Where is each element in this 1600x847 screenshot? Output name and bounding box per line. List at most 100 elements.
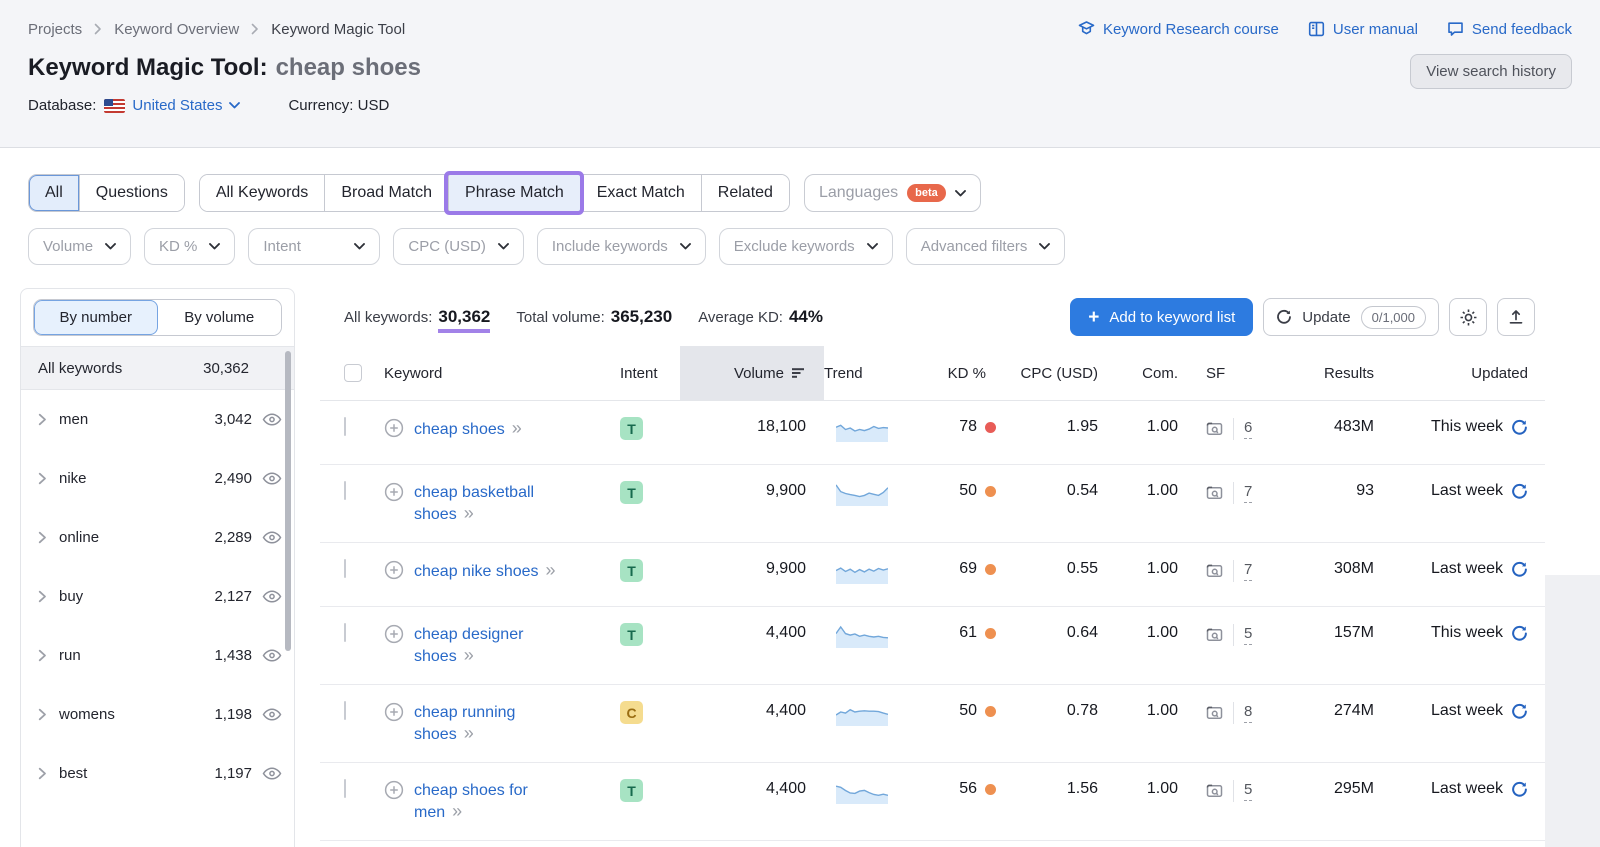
keyword-expand-icon[interactable]: » (464, 723, 472, 743)
sidebar-group-item[interactable]: online2,289 (21, 508, 294, 567)
filter-advanced-filters[interactable]: Advanced filters (906, 228, 1066, 265)
sidebar-group-item[interactable]: nike2,490 (21, 449, 294, 508)
col-keyword[interactable]: Keyword (384, 346, 620, 400)
export-button[interactable] (1497, 298, 1535, 336)
refresh-icon[interactable] (1511, 703, 1528, 720)
sidebar-group-item[interactable]: run1,438 (21, 626, 294, 685)
serp-preview-icon[interactable] (1206, 563, 1223, 579)
sidebar-all-keywords-row[interactable]: All keywords 30,362 (21, 346, 294, 390)
serp-preview-icon[interactable] (1206, 485, 1223, 501)
refresh-icon[interactable] (1511, 561, 1528, 578)
keyword-expand-icon[interactable]: » (512, 418, 520, 438)
view-search-history-button[interactable]: View search history (1410, 54, 1572, 89)
select-all-checkbox[interactable] (344, 364, 362, 382)
breadcrumb-item[interactable]: Projects (28, 21, 82, 38)
add-keyword-icon[interactable] (384, 418, 404, 438)
tab-questions[interactable]: Questions (79, 175, 184, 211)
sidebar-group-item[interactable]: best1,197 (21, 744, 294, 803)
group-count: 2,289 (214, 529, 252, 546)
header-link-feedback[interactable]: Send feedback (1446, 20, 1572, 38)
keyword-expand-icon[interactable]: » (464, 645, 472, 665)
serp-preview-icon[interactable] (1206, 705, 1223, 721)
serp-preview-icon[interactable] (1206, 627, 1223, 643)
sidebar-group-item[interactable]: men3,042 (21, 390, 294, 449)
add-to-keyword-list-button[interactable]: + Add to keyword list (1070, 298, 1253, 336)
col-kd[interactable]: KD % (920, 346, 1004, 400)
refresh-icon[interactable] (1511, 419, 1528, 436)
database-selector[interactable]: United States (104, 97, 240, 114)
tab-all-keywords[interactable]: All Keywords (200, 175, 324, 211)
add-keyword-icon[interactable] (384, 624, 404, 644)
filter-cpc-usd-[interactable]: CPC (USD) (393, 228, 524, 265)
col-results[interactable]: Results (1288, 346, 1388, 400)
filter-label: Intent (263, 238, 301, 255)
tab-exact-match[interactable]: Exact Match (580, 175, 701, 211)
col-sf[interactable]: SF (1192, 346, 1288, 400)
row-checkbox[interactable] (344, 701, 346, 720)
results-cell: 295M (1288, 780, 1388, 798)
serp-preview-icon[interactable] (1206, 783, 1223, 799)
filter-intent[interactable]: Intent (248, 228, 380, 265)
keyword-link[interactable]: cheap shoes for men» (414, 780, 577, 823)
col-intent[interactable]: Intent (620, 346, 680, 400)
tab-all[interactable]: All (29, 175, 79, 211)
add-keyword-icon[interactable] (384, 482, 404, 502)
add-keyword-icon[interactable] (384, 780, 404, 800)
filter-include-keywords[interactable]: Include keywords (537, 228, 706, 265)
kd-dot-orange (985, 784, 996, 795)
row-checkbox[interactable] (344, 623, 346, 642)
keyword-link[interactable]: cheap nike shoes» (414, 560, 554, 582)
keyword-expand-icon[interactable]: » (452, 801, 460, 821)
filter-kd-[interactable]: KD % (144, 228, 235, 265)
results-cell: 274M (1288, 702, 1388, 720)
sidebar-group-item[interactable]: buy2,127 (21, 567, 294, 626)
col-volume[interactable]: Volume (680, 346, 824, 400)
sf-count-link[interactable]: 7 (1244, 483, 1252, 503)
keyword-link[interactable]: cheap running shoes» (414, 702, 577, 745)
trend-cell (824, 560, 920, 589)
col-trend[interactable]: Trend (824, 346, 920, 400)
col-com[interactable]: Com. (1116, 346, 1192, 400)
feedback-icon (1446, 20, 1465, 38)
refresh-icon[interactable] (1511, 483, 1528, 500)
keyword-expand-icon[interactable]: » (546, 560, 554, 580)
serp-preview-icon[interactable] (1206, 421, 1223, 437)
breadcrumb-item[interactable]: Keyword Magic Tool (271, 21, 405, 38)
keyword-expand-icon[interactable]: » (464, 503, 472, 523)
add-keyword-icon[interactable] (384, 560, 404, 580)
sf-count-link[interactable]: 7 (1244, 561, 1252, 581)
row-checkbox[interactable] (344, 779, 346, 798)
keyword-link[interactable]: cheap designer shoes» (414, 624, 577, 667)
keyword-link[interactable]: cheap shoes» (414, 418, 520, 440)
sf-count-link[interactable]: 6 (1244, 419, 1252, 439)
tab-related[interactable]: Related (701, 175, 789, 211)
sf-count-link[interactable]: 8 (1244, 703, 1252, 723)
intent-cell: T (620, 560, 680, 582)
sf-count-link[interactable]: 5 (1244, 781, 1252, 801)
header-link-book[interactable]: User manual (1307, 20, 1418, 38)
row-checkbox[interactable] (344, 417, 346, 436)
refresh-icon[interactable] (1511, 781, 1528, 798)
col-updated[interactable]: Updated (1388, 346, 1538, 400)
sf-count-link[interactable]: 5 (1244, 625, 1252, 645)
header-link-academy[interactable]: Keyword Research course (1077, 20, 1279, 38)
row-checkbox[interactable] (344, 559, 346, 578)
keyword-link[interactable]: cheap basketball shoes» (414, 482, 577, 525)
sidebar-group-item[interactable]: womens1,198 (21, 685, 294, 744)
tab-broad-match[interactable]: Broad Match (324, 175, 448, 211)
update-label: Update (1302, 309, 1350, 326)
table-settings-button[interactable] (1449, 298, 1487, 336)
row-checkbox[interactable] (344, 481, 346, 500)
languages-dropdown[interactable]: Languagesbeta (804, 174, 981, 212)
tab-phrase-match[interactable]: Phrase Match (448, 175, 580, 211)
toggle-by-volume[interactable]: By volume (158, 300, 282, 335)
update-button[interactable]: Update 0/1,000 (1263, 298, 1439, 336)
filter-volume[interactable]: Volume (28, 228, 131, 265)
toggle-by-number[interactable]: By number (34, 300, 158, 335)
filter-exclude-keywords[interactable]: Exclude keywords (719, 228, 893, 265)
breadcrumb-item[interactable]: Keyword Overview (114, 21, 239, 38)
sidebar-scrollbar[interactable] (285, 351, 291, 651)
refresh-icon[interactable] (1511, 625, 1528, 642)
col-cpc[interactable]: CPC (USD) (1004, 346, 1116, 400)
add-keyword-icon[interactable] (384, 702, 404, 722)
